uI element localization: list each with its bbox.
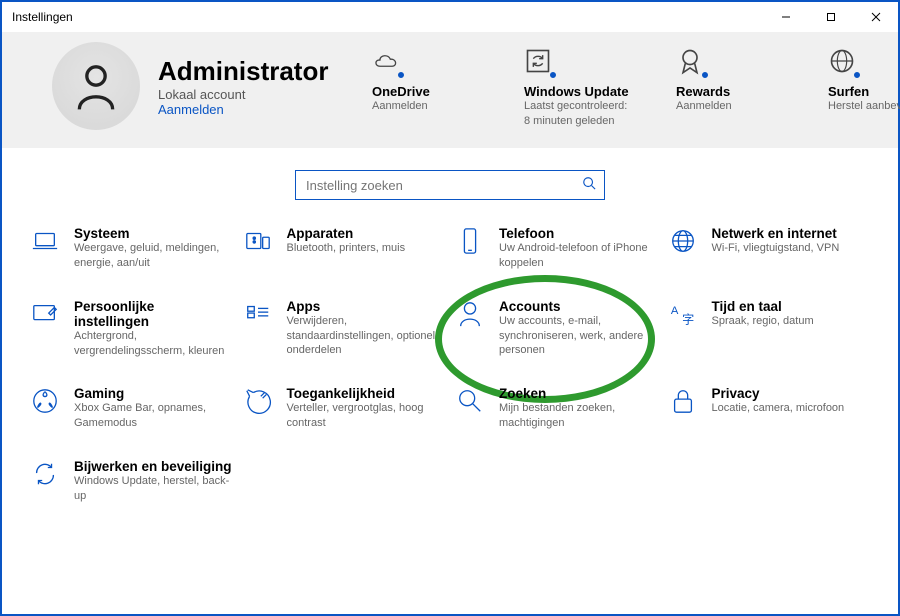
tile-title: Surfen bbox=[828, 84, 869, 99]
categories-grid: Systeem Weergave, geluid, meldingen, ene… bbox=[2, 216, 898, 514]
category-sub: Verwijderen, standaardinstellingen, opti… bbox=[287, 314, 446, 359]
tile-onedrive[interactable]: OneDrive Aanmelden bbox=[372, 44, 482, 128]
category-persoonlijke[interactable]: Persoonlijke instellingen Achtergrond, v… bbox=[30, 299, 233, 359]
category-sub: Xbox Game Bar, opnames, Gamemodus bbox=[74, 401, 233, 431]
category-tijd[interactable]: A字 Tijd en taal Spraak, regio, datum bbox=[668, 299, 871, 359]
category-toegankelijkheid[interactable]: Toegankelijkheid Verteller, vergrootglas… bbox=[243, 386, 446, 431]
tile-sub: Aanmelden bbox=[676, 99, 732, 113]
tile-title: OneDrive bbox=[372, 84, 430, 99]
user-block[interactable]: Administrator Lokaal account Aanmelden bbox=[52, 42, 352, 130]
tile-sub: Laatst gecontroleerd: 8 minuten geleden bbox=[524, 99, 634, 128]
tile-title: Rewards bbox=[676, 84, 730, 99]
ease-of-access-icon bbox=[243, 386, 273, 416]
sync-icon bbox=[524, 44, 552, 78]
maximize-button[interactable] bbox=[808, 2, 853, 32]
lock-icon bbox=[668, 386, 698, 416]
phone-icon bbox=[455, 226, 485, 256]
globe-icon bbox=[828, 44, 856, 78]
tile-surfen[interactable]: Surfen Herstel aanbevolen bbox=[828, 44, 900, 128]
tile-title: Windows Update bbox=[524, 84, 629, 99]
time-language-icon: A字 bbox=[668, 299, 698, 329]
title-bar: Instellingen bbox=[2, 2, 898, 32]
category-sub: Mijn bestanden zoeken, machtigingen bbox=[499, 401, 658, 431]
svg-text:字: 字 bbox=[682, 311, 694, 326]
sign-in-link[interactable]: Aanmelden bbox=[158, 102, 328, 117]
category-netwerk[interactable]: Netwerk en internet Wi-Fi, vliegtuigstan… bbox=[668, 226, 871, 271]
ribbon-icon bbox=[676, 44, 704, 78]
category-gaming[interactable]: Gaming Xbox Game Bar, opnames, Gamemodus bbox=[30, 386, 233, 431]
category-title: Bijwerken en beveiliging bbox=[74, 459, 233, 474]
search-input[interactable] bbox=[304, 177, 582, 194]
gaming-icon bbox=[30, 386, 60, 416]
search-icon bbox=[455, 386, 485, 416]
tile-sub: Herstel aanbevolen bbox=[828, 99, 900, 113]
devices-icon bbox=[243, 226, 273, 256]
category-sub: Uw accounts, e-mail, synchroniseren, wer… bbox=[499, 314, 658, 359]
user-account-type: Lokaal account bbox=[158, 87, 328, 102]
category-title: Toegankelijkheid bbox=[287, 386, 446, 401]
search-box[interactable] bbox=[295, 170, 605, 200]
svg-text:A: A bbox=[670, 305, 678, 317]
globe-icon bbox=[668, 226, 698, 256]
search-icon bbox=[582, 176, 596, 195]
category-title: Apps bbox=[287, 299, 446, 314]
category-title: Zoeken bbox=[499, 386, 658, 401]
category-sub: Weergave, geluid, meldingen, energie, aa… bbox=[74, 241, 233, 271]
category-title: Apparaten bbox=[287, 226, 446, 241]
window-title: Instellingen bbox=[12, 10, 73, 24]
category-sub: Wi-Fi, vliegtuigstand, VPN bbox=[712, 241, 871, 256]
header-tiles: OneDrive Aanmelden Windows Update Laatst… bbox=[372, 44, 900, 128]
personalize-icon bbox=[30, 299, 60, 329]
category-title: Tijd en taal bbox=[712, 299, 871, 314]
category-sub: Locatie, camera, microfoon bbox=[712, 401, 871, 416]
category-title: Persoonlijke instellingen bbox=[74, 299, 233, 329]
category-title: Gaming bbox=[74, 386, 233, 401]
tile-sub: Aanmelden bbox=[372, 99, 428, 113]
category-title: Netwerk en internet bbox=[712, 226, 871, 241]
category-sub: Windows Update, herstel, back-up bbox=[74, 474, 233, 504]
window-controls bbox=[763, 2, 898, 32]
category-apparaten[interactable]: Apparaten Bluetooth, printers, muis bbox=[243, 226, 446, 271]
person-icon bbox=[455, 299, 485, 329]
category-sub: Spraak, regio, datum bbox=[712, 314, 871, 329]
minimize-button[interactable] bbox=[763, 2, 808, 32]
category-sub: Bluetooth, printers, muis bbox=[287, 241, 446, 256]
category-accounts[interactable]: Accounts Uw accounts, e-mail, synchronis… bbox=[455, 299, 658, 359]
category-sub: Verteller, vergrootglas, hoog contrast bbox=[287, 401, 446, 431]
category-apps[interactable]: Apps Verwijderen, standaardinstellingen,… bbox=[243, 299, 446, 359]
category-sub: Uw Android-telefoon of iPhone koppelen bbox=[499, 241, 658, 271]
category-privacy[interactable]: Privacy Locatie, camera, microfoon bbox=[668, 386, 871, 431]
tile-rewards[interactable]: Rewards Aanmelden bbox=[676, 44, 786, 128]
category-title: Privacy bbox=[712, 386, 871, 401]
category-title: Systeem bbox=[74, 226, 233, 241]
laptop-icon bbox=[30, 226, 60, 256]
category-sub: Achtergrond, vergrendelingsscherm, kleur… bbox=[74, 329, 233, 359]
close-button[interactable] bbox=[853, 2, 898, 32]
header-band: Administrator Lokaal account Aanmelden O… bbox=[2, 32, 898, 148]
category-bijwerken[interactable]: Bijwerken en beveiliging Windows Update,… bbox=[30, 459, 233, 504]
category-zoeken[interactable]: Zoeken Mijn bestanden zoeken, machtiging… bbox=[455, 386, 658, 431]
cloud-icon bbox=[372, 44, 400, 78]
tile-windows-update[interactable]: Windows Update Laatst gecontroleerd: 8 m… bbox=[524, 44, 634, 128]
category-title: Accounts bbox=[499, 299, 658, 314]
user-avatar bbox=[52, 42, 140, 130]
update-icon bbox=[30, 459, 60, 489]
user-name: Administrator bbox=[158, 56, 328, 87]
apps-icon bbox=[243, 299, 273, 329]
search-row bbox=[2, 148, 898, 216]
category-systeem[interactable]: Systeem Weergave, geluid, meldingen, ene… bbox=[30, 226, 233, 271]
category-title: Telefoon bbox=[499, 226, 658, 241]
category-telefoon[interactable]: Telefoon Uw Android-telefoon of iPhone k… bbox=[455, 226, 658, 271]
